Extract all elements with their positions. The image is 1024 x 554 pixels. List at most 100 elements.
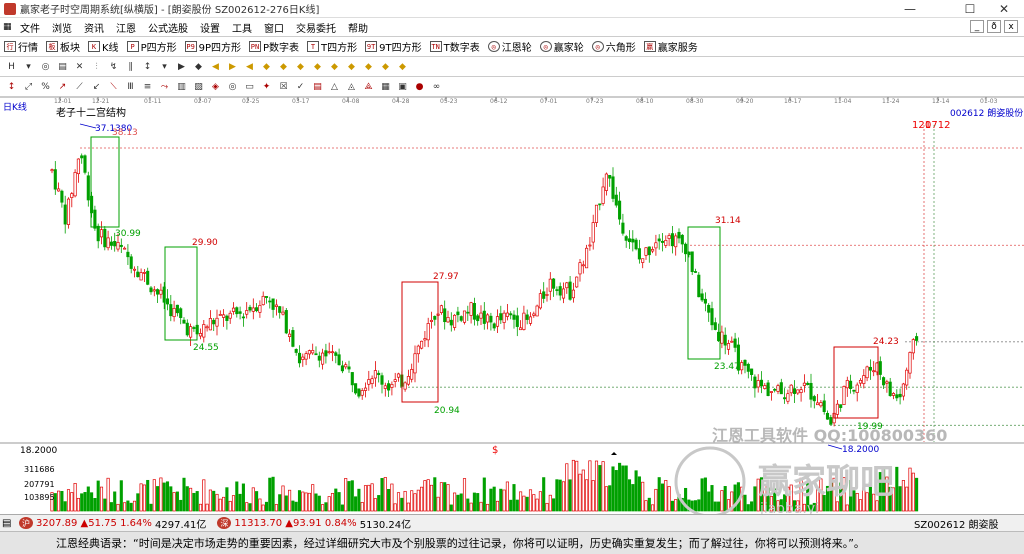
- analysis-tool-icon-12[interactable]: ◈: [208, 80, 223, 94]
- menu-formula[interactable]: 公式选股: [142, 20, 194, 35]
- analysis-tool-icon-16[interactable]: ☒: [276, 80, 291, 94]
- 9t-square-button[interactable]: 9T 9T四方形: [361, 39, 425, 54]
- volume-bar: [901, 480, 905, 512]
- analysis-tool-icon-10[interactable]: ▥: [174, 80, 189, 94]
- analysis-tool-icon-19[interactable]: △: [327, 80, 342, 94]
- drawing-tool-icon-23[interactable]: ◆: [395, 60, 410, 74]
- drawing-tool-icon-0[interactable]: H: [4, 60, 19, 74]
- drawing-tool-icon-10[interactable]: ▶: [174, 60, 189, 74]
- menu-info[interactable]: 资讯: [78, 20, 110, 35]
- volume-bar: [383, 477, 387, 512]
- analysis-tool-icon-1[interactable]: ⤢: [21, 80, 36, 94]
- candle: [641, 258, 645, 263]
- quote-button[interactable]: 行行情: [0, 39, 42, 54]
- drawing-tool-icon-14[interactable]: ◀: [242, 60, 257, 74]
- drawing-tool-icon-18[interactable]: ◆: [310, 60, 325, 74]
- candle: [165, 298, 170, 305]
- sh-index[interactable]: 沪 3207.89 ▲51.75 1.64% 4297.41亿: [16, 516, 206, 531]
- analysis-tool-icon-13[interactable]: ◎: [225, 80, 240, 94]
- analysis-tool-icon-4[interactable]: ⟋: [72, 80, 87, 94]
- volume-bar: [713, 501, 717, 512]
- analysis-tool-icon-21[interactable]: ⟁: [361, 80, 376, 94]
- drawing-tool-icon-4[interactable]: ✕: [72, 60, 87, 74]
- candle: [456, 311, 460, 316]
- menu-trade[interactable]: 交易委托: [290, 20, 342, 35]
- kline-button[interactable]: K K线: [84, 39, 123, 54]
- gann-wheel-button[interactable]: ◎ 江恩轮: [484, 39, 536, 54]
- drawing-tool-icon-16[interactable]: ◆: [276, 60, 291, 74]
- minimize-button[interactable]: —: [890, 0, 930, 18]
- sector-button[interactable]: 板板块: [42, 39, 84, 54]
- drawing-tool-icon-22[interactable]: ◆: [378, 60, 393, 74]
- drawing-tool-icon-12[interactable]: ◀: [208, 60, 223, 74]
- menu-help[interactable]: 帮助: [342, 20, 374, 35]
- drawing-tool-icon-13[interactable]: ▶: [225, 60, 240, 74]
- analysis-tool-icon-20[interactable]: ◬: [344, 80, 359, 94]
- candle: [786, 393, 790, 402]
- analysis-tool-icon-2[interactable]: %: [38, 80, 53, 94]
- analysis-tool-icon-8[interactable]: ≡: [140, 80, 155, 94]
- volume-bar: [561, 481, 566, 512]
- status-stock[interactable]: SZ002612 朗姿股: [914, 516, 999, 531]
- date-tick-label: 12-01: [54, 98, 72, 105]
- drawing-tool-icon-8[interactable]: ↕: [140, 60, 155, 74]
- 9p-square-button[interactable]: P9 9P四方形: [181, 39, 245, 54]
- p-square-button[interactable]: P P四方形: [123, 39, 181, 54]
- menu-browse[interactable]: 浏览: [46, 20, 78, 35]
- volume-bar: [80, 493, 84, 512]
- drawing-tool-icon-6[interactable]: ↯: [106, 60, 121, 74]
- drawing-tool-icon-7[interactable]: ∥: [123, 60, 138, 74]
- analysis-tool-icon-17[interactable]: ✓: [293, 80, 308, 94]
- t-square-button[interactable]: T T四方形: [303, 39, 361, 54]
- analysis-tool-icon-0[interactable]: ↕: [4, 80, 19, 94]
- analysis-tool-icon-7[interactable]: Ⅲ: [123, 80, 138, 94]
- menu-file[interactable]: 文件: [14, 20, 46, 35]
- status-menu-icon[interactable]: ▤: [2, 518, 16, 529]
- analysis-tool-icon-11[interactable]: ▨: [191, 80, 206, 94]
- sz-index[interactable]: 深 11313.70 ▲93.91 0.84% 5130.24亿: [214, 516, 411, 531]
- analysis-tool-icon-15[interactable]: ✦: [259, 80, 274, 94]
- drawing-tool-icon-1[interactable]: ▾: [21, 60, 36, 74]
- drawing-tool-icon-17[interactable]: ◆: [293, 60, 308, 74]
- menu-window[interactable]: 窗口: [258, 20, 290, 35]
- drawing-tool-icon-9[interactable]: ▾: [157, 60, 172, 74]
- menu-settings[interactable]: 设置: [194, 20, 226, 35]
- analysis-tool-icon-25[interactable]: ∞: [429, 80, 444, 94]
- menu-tools[interactable]: 工具: [226, 20, 258, 35]
- candle: [347, 366, 351, 370]
- winner-service-button[interactable]: 赢赢家服务: [640, 39, 702, 54]
- mdi-restore-button[interactable]: ð: [987, 20, 1001, 33]
- candle: [882, 377, 886, 386]
- analysis-tool-icon-23[interactable]: ▣: [395, 80, 410, 94]
- drawing-tool-icon-5[interactable]: ⫶: [89, 60, 104, 74]
- analysis-tool-icon-6[interactable]: ⟍: [106, 80, 121, 94]
- drawing-tool-icon-21[interactable]: ◆: [361, 60, 376, 74]
- analysis-tool-icon-22[interactable]: ▦: [378, 80, 393, 94]
- close-button[interactable]: ✕: [984, 0, 1024, 18]
- drawing-tool-icon-11[interactable]: ◆: [191, 60, 206, 74]
- candle: [700, 293, 704, 301]
- mdi-close-button[interactable]: x: [1004, 20, 1018, 33]
- winner-wheel-button[interactable]: ◎ 赢家轮: [536, 39, 588, 54]
- drawing-tool-icon-2[interactable]: ◎: [38, 60, 53, 74]
- candle: [274, 304, 278, 307]
- drawing-tool-icon-15[interactable]: ◆: [259, 60, 274, 74]
- candle: [416, 345, 420, 355]
- analysis-tool-icon-18[interactable]: ▤: [310, 80, 325, 94]
- hexagon-button[interactable]: ◎ 六角形: [588, 39, 640, 54]
- kline-chart[interactable]: 12-01 12-21 01-11 02-07 02-25 03-17 04-08 04-28…: [0, 96, 1024, 518]
- p-number-button[interactable]: PN P数字表: [245, 39, 303, 54]
- drawing-tool-icon-20[interactable]: ◆: [344, 60, 359, 74]
- analysis-tool-icon-14[interactable]: ▭: [242, 80, 257, 94]
- t-number-button[interactable]: TN T数字表: [426, 39, 484, 54]
- analysis-tool-icon-9[interactable]: ⤳: [157, 80, 172, 94]
- drawing-tool-icon-19[interactable]: ◆: [327, 60, 342, 74]
- drawing-tool-icon-3[interactable]: ▤: [55, 60, 70, 74]
- menu-gann[interactable]: 江恩: [110, 20, 142, 35]
- volume-bar: [268, 477, 272, 512]
- analysis-tool-icon-24[interactable]: ●: [412, 80, 427, 94]
- analysis-tool-icon-5[interactable]: ↙: [89, 80, 104, 94]
- analysis-tool-icon-3[interactable]: ↗: [55, 80, 70, 94]
- volume-bar: [146, 479, 150, 512]
- mdi-minimize-button[interactable]: _: [970, 20, 984, 33]
